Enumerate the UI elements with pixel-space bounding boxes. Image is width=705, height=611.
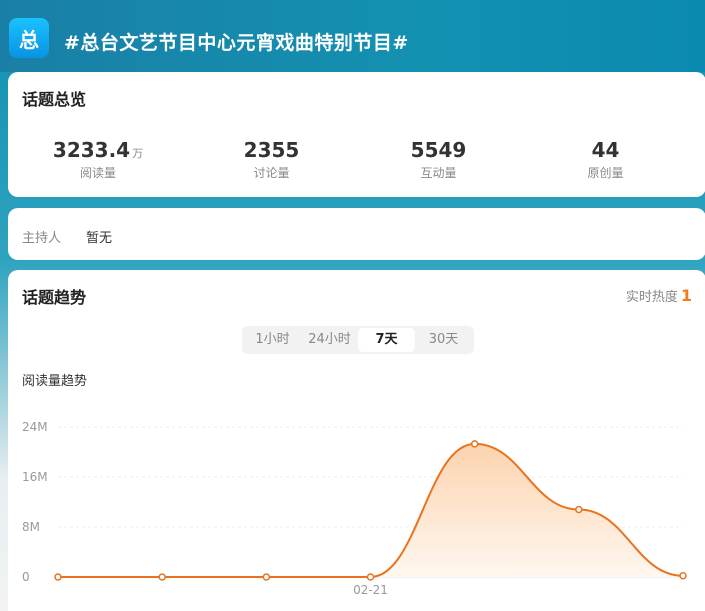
data-point xyxy=(158,573,166,581)
tab-1h[interactable]: 1小时 xyxy=(244,328,301,352)
stat-label: 互动量 xyxy=(420,166,457,180)
y-tick-label: 8M xyxy=(22,520,40,534)
stat-discussion: 2355 讨论量 xyxy=(188,138,355,188)
data-point xyxy=(54,573,62,581)
x-tick-label: 02-21 xyxy=(353,583,388,597)
tab-24h[interactable]: 24小时 xyxy=(301,328,358,352)
data-point xyxy=(470,440,479,448)
stat-value: 5549 xyxy=(410,138,467,162)
data-point xyxy=(575,505,583,514)
stat-number: 3233.4 xyxy=(52,138,131,162)
stat-value: 44 xyxy=(591,138,620,162)
data-point xyxy=(366,573,375,581)
stat-original: 44 原创量 xyxy=(522,138,689,188)
host-label: 主持人 xyxy=(22,231,62,246)
overview-title: 话题总览 xyxy=(22,90,87,109)
tab-7d[interactable]: 7天 xyxy=(358,328,415,352)
y-tick-label: 16M xyxy=(22,470,48,484)
stat-label: 阅读量 xyxy=(79,166,116,180)
header-bar: 总 #总台文艺节目中心元宵戏曲特别节目# xyxy=(0,0,705,72)
tab-30d[interactable]: 30天 xyxy=(415,328,472,352)
page-title: #总台文艺节目中心元宵戏曲特别节目# xyxy=(64,32,409,54)
stat-value: 2355 xyxy=(243,138,300,162)
stat-value: 3233.4 万 xyxy=(8,138,188,162)
chart-label: 阅读量趋势 xyxy=(22,374,88,389)
trend-title: 话题趋势 xyxy=(22,288,87,307)
heat-value: 1 xyxy=(680,286,692,305)
host-card: 主持人 暂无 xyxy=(8,208,705,260)
stat-read: 3233.4 万 阅读量 xyxy=(8,138,188,188)
time-range-tabs: 1小时 24小时 7天 30天 xyxy=(242,326,474,354)
stat-interaction: 5549 互动量 xyxy=(355,138,522,188)
data-point xyxy=(679,572,687,580)
y-tick-label: 0 xyxy=(22,570,30,584)
data-point xyxy=(262,573,271,581)
stat-label: 讨论量 xyxy=(253,166,290,180)
stat-label: 原创量 xyxy=(587,166,624,180)
y-tick-label: 24M xyxy=(22,420,48,434)
heat-label: 实时热度 xyxy=(625,290,678,305)
host-value: 暂无 xyxy=(86,231,113,246)
stats-row: 3233.4 万 阅读量 2355 讨论量 5549 互动量 44 原创量 xyxy=(8,138,705,188)
read-trend-chart: 0 8M 16M 24M 02-21 xyxy=(22,420,687,597)
stat-unit: 万 xyxy=(132,147,144,160)
overview-card: 话题总览 3233.4 万 阅读量 2355 讨论量 5549 互动量 44 原创… xyxy=(8,72,705,197)
trend-card: 0 8M 16M 24M 02-21 话题趋势 实时热度 1 1小时 24小时 7天 30… xyxy=(8,270,705,611)
realtime-heat: 实时热度 1 xyxy=(626,286,692,305)
topic-logo: 总 xyxy=(9,18,49,58)
